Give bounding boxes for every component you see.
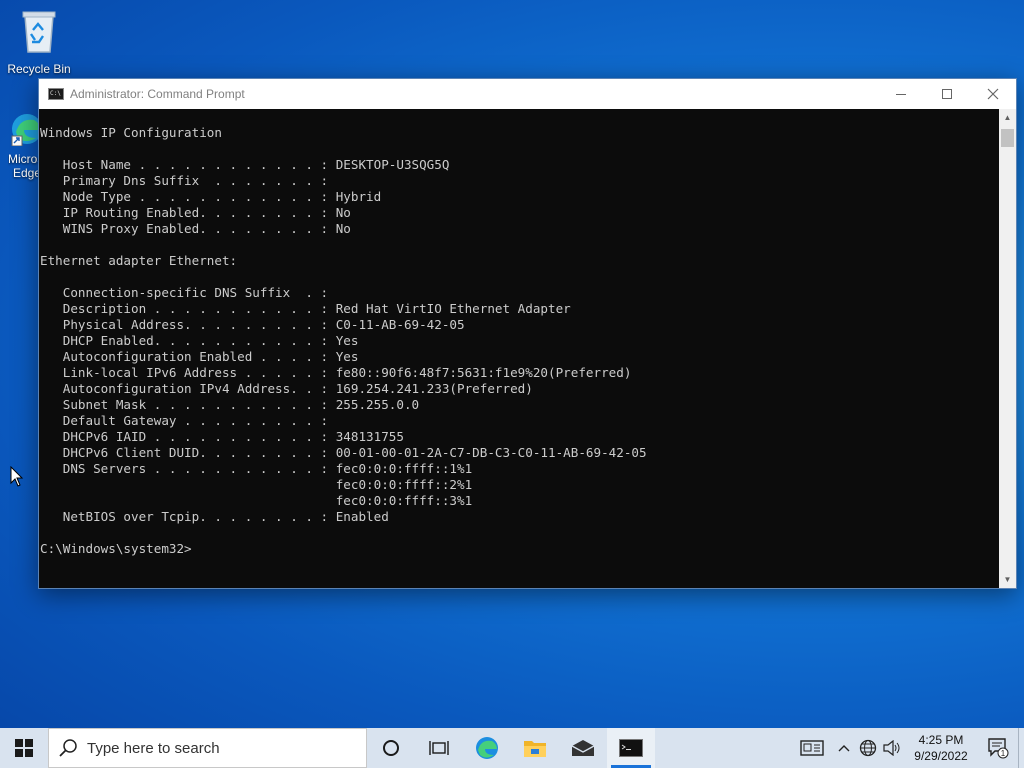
recycle-bin-label: Recycle Bin [7,62,71,76]
minimize-icon [896,93,906,95]
console-line: Autoconfiguration IPv4 Address. . : 169.… [40,381,533,396]
console-line: C:\Windows\system32> [40,541,192,556]
chevron-up-icon [838,745,850,752]
recycle-bin-icon [22,11,56,53]
console-line: Windows IP Configuration [40,125,222,140]
command-prompt-icon [619,739,643,757]
cortana-button[interactable] [367,728,415,768]
recycle-bin-desktop-icon[interactable]: Recycle Bin [6,6,72,76]
vertical-scrollbar[interactable]: ▲ ▼ [999,109,1016,588]
console-line: NetBIOS over Tcpip. . . . . . . . : Enab… [40,509,389,524]
console-line: IP Routing Enabled. . . . . . . . : No [40,205,351,220]
show-desktop-button[interactable] [1018,728,1024,768]
minimize-button[interactable] [878,79,924,109]
scroll-thumb[interactable] [1001,129,1014,147]
clock-time: 4:25 PM [918,733,964,747]
taskbar: Type here to search 4:25 PM 9/29/2022 1 [0,728,1024,768]
close-button[interactable] [970,79,1016,109]
console-line: fec0:0:0:ffff::3%1 [40,493,473,508]
console-line: Default Gateway . . . . . . . . . : [40,413,329,428]
taskbar-edge-button[interactable] [463,728,511,768]
search-placeholder: Type here to search [87,739,220,757]
console-line: DNS Servers . . . . . . . . . . . : fec0… [40,461,473,476]
edge-icon [476,737,498,759]
maximize-button[interactable] [924,79,970,109]
windows-logo-icon [15,739,33,757]
news-icon [800,740,824,756]
mouse-pointer-icon [10,466,24,487]
console-line: Ethernet adapter Ethernet: [40,253,238,268]
cmd-app-icon: C:\ [48,88,64,100]
console-line: Subnet Mask . . . . . . . . . . . : 255.… [40,397,420,412]
globe-icon [859,739,877,757]
volume-button[interactable] [880,728,904,768]
system-tray: 4:25 PM 9/29/2022 1 [792,728,1024,768]
command-prompt-window[interactable]: C:\ Administrator: Command Prompt Window… [38,78,1017,589]
console-line: Autoconfiguration Enabled . . . . : Yes [40,349,359,364]
show-hidden-icons-button[interactable] [832,728,856,768]
task-view-icon [429,741,449,755]
console-line: Node Type . . . . . . . . . . . . : Hybr… [40,189,382,204]
console-line: fec0:0:0:ffff::2%1 [40,477,473,492]
taskbar-file-explorer-button[interactable] [511,728,559,768]
console-line: Connection-specific DNS Suffix . : [40,285,329,300]
console-line: DHCPv6 Client DUID. . . . . . . . : 00-0… [40,445,647,460]
taskbar-search-box[interactable]: Type here to search [48,728,367,768]
console-line: Physical Address. . . . . . . . . : C0-1… [40,317,465,332]
folder-icon [524,741,546,757]
console-line: Host Name . . . . . . . . . . . . : DESK… [40,157,450,172]
scroll-down-arrow-icon[interactable]: ▼ [999,571,1016,588]
console-line: Description . . . . . . . . . . . : Red … [40,301,571,316]
news-widget-button[interactable] [792,728,832,768]
search-icon [59,739,77,757]
console-line: WINS Proxy Enabled. . . . . . . . : No [40,221,351,236]
close-icon [987,88,999,100]
window-title: Administrator: Command Prompt [70,87,245,101]
cortana-icon [383,740,399,756]
task-view-button[interactable] [415,728,463,768]
start-button[interactable] [0,728,48,768]
console-line: Link-local IPv6 Address . . . . . : fe80… [40,365,632,380]
taskbar-command-prompt-button[interactable] [607,728,655,768]
window-titlebar[interactable]: C:\ Administrator: Command Prompt [39,79,1016,109]
notification-icon: 1 [988,738,1009,759]
maximize-icon [942,89,952,99]
scroll-up-arrow-icon[interactable]: ▲ [999,109,1016,126]
clock-date: 9/29/2022 [914,749,968,763]
network-button[interactable] [856,728,880,768]
speaker-icon [883,740,900,756]
console-output[interactable]: Windows IP Configuration Host Name . . .… [39,109,1000,588]
console-line: DHCP Enabled. . . . . . . . . . . : Yes [40,333,359,348]
taskbar-mail-button[interactable] [559,728,607,768]
notification-count: 1 [1001,749,1006,758]
console-line: DHCPv6 IAID . . . . . . . . . . . : 3481… [40,429,404,444]
mail-icon [571,740,595,756]
notification-center-button[interactable]: 1 [978,728,1018,768]
taskbar-clock[interactable]: 4:25 PM 9/29/2022 [904,732,978,764]
console-line: Primary Dns Suffix . . . . . . . : [40,173,329,188]
